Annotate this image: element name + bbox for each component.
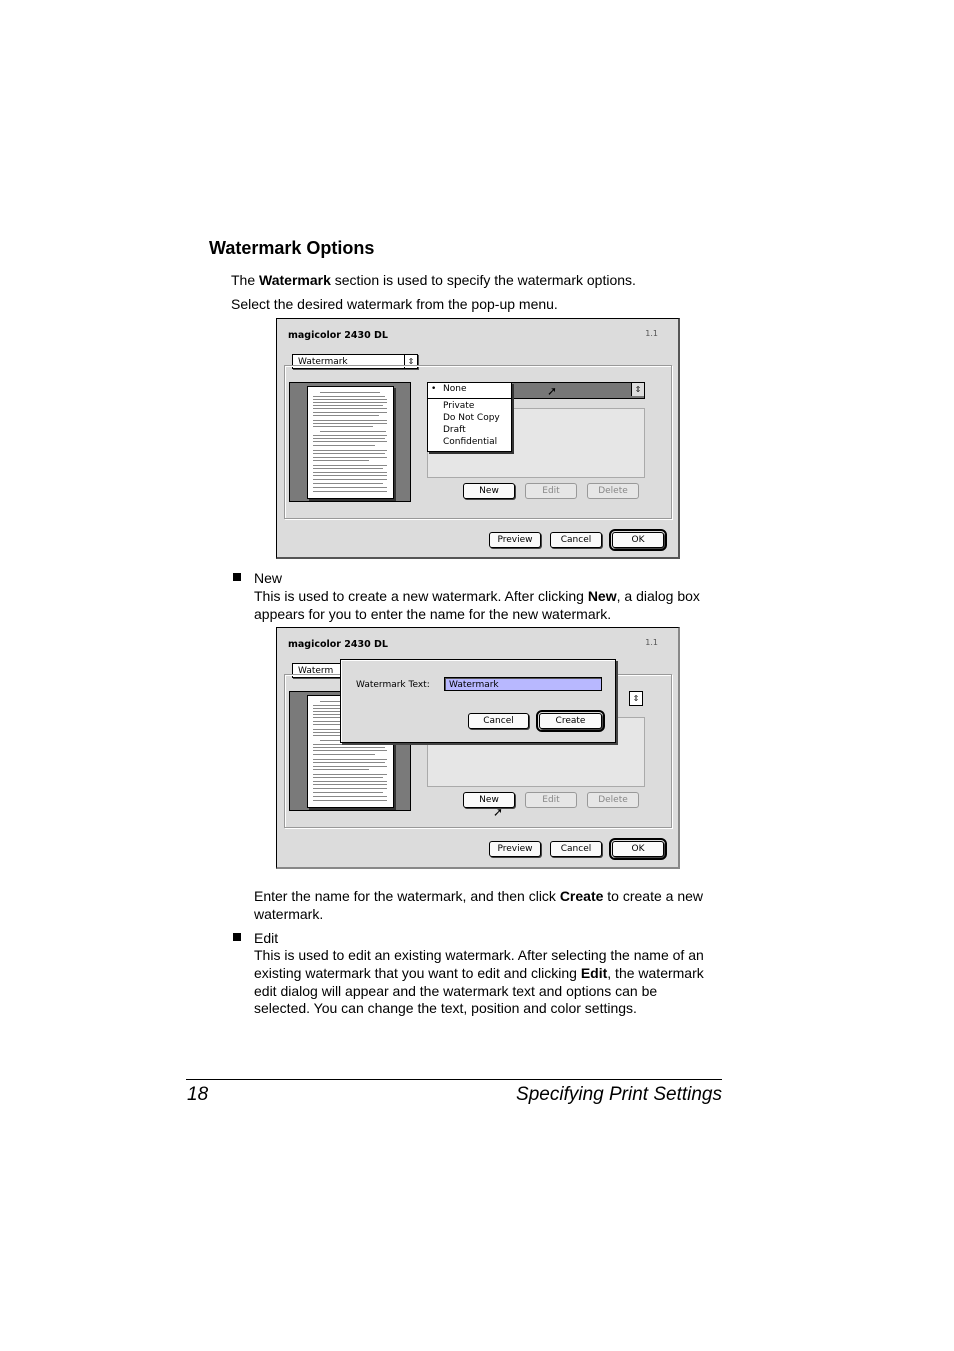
footer-rule [186,1079,722,1080]
page-preview [289,382,411,502]
bullet-edit-line-2: existing watermark that you want to edit… [254,965,704,981]
edit-button[interactable]: Edit [525,483,577,499]
delete-button[interactable]: Delete [587,792,639,808]
menu-item-confidential[interactable]: Confidential [443,437,497,447]
bullet-edit-line-3: edit dialog will appear and the watermar… [254,983,658,999]
dialog-version: 1.1 [645,329,658,338]
new-button[interactable]: New [463,483,515,499]
intro-line-2: Select the desired watermark from the po… [231,296,558,312]
updown-arrows-icon: ⇕ [629,691,643,706]
footer-section-title: Specifying Print Settings [516,1084,722,1105]
check-bullet-icon: • [431,384,437,394]
bullet-edit-line-1: This is used to edit an existing waterma… [254,947,704,963]
bullet-new-text-1: This is used to create a new watermark. … [254,588,700,604]
dialog-title: magicolor 2430 DL [288,639,388,650]
modal-cancel-button[interactable]: Cancel [468,713,529,729]
bullet-square-icon [233,933,241,941]
dialog-version: 1.1 [645,638,658,647]
page-number: 18 [187,1084,209,1105]
menu-item-draft[interactable]: Draft [443,425,466,435]
bullet-edit-title: Edit [254,930,279,946]
menu-item-selected[interactable]: • None [428,383,511,399]
watermark-text-input[interactable]: Watermark [444,677,602,691]
delete-button[interactable]: Delete [587,483,639,499]
menu-item-do-not-copy[interactable]: Do Not Copy [443,413,500,423]
intro-line-1: The Watermark section is used to specify… [231,272,636,288]
watermark-text-dialog: Watermark Text: Watermark Cancel Create [340,659,616,743]
edit-button[interactable]: Edit [525,792,577,808]
ok-button[interactable]: OK [609,529,667,551]
preview-button[interactable]: Preview [489,532,541,548]
watermark-text-label: Watermark Text: [356,680,430,690]
dialog-screenshot-watermark-menu: magicolor 2430 DL 1.1 Watermark ⇕ ⇕ • Non… [276,318,680,559]
preview-page-thumbnail [307,386,394,499]
section-heading: Watermark Options [209,238,375,258]
create-button[interactable]: Create [536,710,605,732]
menu-item-private[interactable]: Private [443,401,474,411]
watermark-dropdown-menu[interactable]: • None Private Do Not Copy Draft Confide… [427,382,512,452]
menu-item-none[interactable]: None [443,384,466,394]
bullet-new-text-2: appears for you to enter the name for th… [254,606,612,622]
ok-button[interactable]: OK [609,838,667,860]
preview-button[interactable]: Preview [489,841,541,857]
new-button[interactable]: New [463,792,515,808]
after-new-line-1: Enter the name for the watermark, and th… [254,888,704,904]
dialog-screenshot-new-watermark: magicolor 2430 DL 1.1 Waterm ⇕ New Edit … [276,627,680,869]
bullet-new-title: New [254,570,283,586]
bullet-square-icon [233,573,241,581]
mouse-pointer-icon: ➚ [493,805,504,819]
dialog-title: magicolor 2430 DL [288,330,388,341]
bullet-edit-line-4: selected. You can change the text, posit… [254,1000,637,1016]
cancel-button[interactable]: Cancel [550,532,602,548]
updown-arrows-icon: ⇕ [631,383,644,396]
mouse-pointer-icon: ➚ [547,384,558,398]
cancel-button[interactable]: Cancel [550,841,602,857]
after-new-line-2: watermark. [254,906,324,922]
